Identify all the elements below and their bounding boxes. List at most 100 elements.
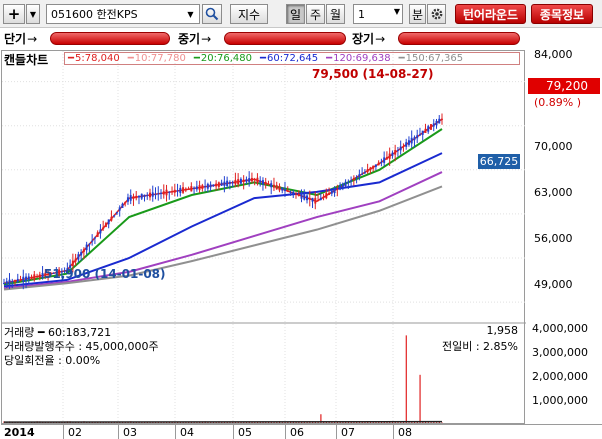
legend-ma150: ━150:67,365 bbox=[398, 53, 464, 64]
candle-body bbox=[184, 188, 187, 191]
candle-body bbox=[275, 185, 278, 190]
legend-ma5: ━5:78,040 bbox=[68, 53, 120, 64]
candle-body bbox=[424, 128, 427, 133]
settings-button[interactable] bbox=[427, 4, 446, 24]
candle-body bbox=[432, 123, 435, 127]
candle-body bbox=[93, 237, 96, 239]
candle-body bbox=[151, 192, 154, 197]
candle-body bbox=[234, 179, 237, 185]
candle-body bbox=[267, 183, 270, 185]
candle-body bbox=[248, 178, 251, 182]
long-term-tab[interactable]: 장기 → bbox=[350, 31, 396, 46]
candle-body bbox=[372, 165, 375, 169]
candle-body bbox=[193, 187, 196, 189]
candle-body bbox=[418, 134, 421, 136]
candle-body bbox=[328, 192, 331, 195]
chevron-down-icon[interactable]: ▼ bbox=[394, 7, 400, 16]
candle-body bbox=[157, 193, 160, 195]
candle-body bbox=[272, 184, 275, 188]
candle-body bbox=[366, 169, 369, 173]
add-menu-dropdown[interactable]: ▼ bbox=[26, 4, 40, 24]
mid-term-tab[interactable]: 중기 → bbox=[176, 31, 222, 46]
chevron-down-icon: ▼ bbox=[29, 9, 37, 19]
long-term-slider[interactable] bbox=[398, 32, 520, 45]
stock-info-button[interactable]: 종목정보 bbox=[531, 4, 593, 24]
candle-body bbox=[281, 187, 284, 191]
candle-body bbox=[303, 194, 306, 200]
candle-body bbox=[297, 194, 300, 196]
candle-body bbox=[250, 177, 253, 182]
interval-combo[interactable]: 1 ▼ bbox=[353, 4, 403, 24]
price-tick: 56,000 bbox=[534, 232, 573, 245]
candle-body bbox=[300, 193, 303, 199]
candle-body bbox=[74, 258, 77, 262]
turnaround-button[interactable]: 턴어라운드 bbox=[455, 4, 526, 24]
mid-term-slider[interactable] bbox=[224, 32, 346, 45]
candle-body bbox=[358, 174, 361, 178]
candle-body bbox=[173, 189, 176, 193]
candle-body bbox=[135, 195, 138, 199]
candle-body bbox=[204, 186, 207, 188]
candle-body bbox=[33, 274, 36, 280]
add-button[interactable]: + bbox=[3, 4, 25, 24]
candle-body bbox=[314, 197, 317, 204]
candle-body bbox=[385, 157, 388, 160]
search-button[interactable] bbox=[202, 4, 222, 24]
candle-body bbox=[179, 187, 182, 193]
period-day-button[interactable]: 일 bbox=[286, 4, 305, 24]
month-label: 08 bbox=[398, 426, 412, 439]
arrow-right-icon: → bbox=[201, 31, 212, 46]
arrow-right-icon: → bbox=[375, 31, 386, 46]
candle-body bbox=[3, 283, 5, 285]
candle-body bbox=[383, 157, 386, 163]
search-icon bbox=[205, 7, 219, 21]
minute-button[interactable]: 분 bbox=[409, 4, 426, 24]
volume-prev-ratio: 전일비 : 2.85% bbox=[441, 340, 518, 353]
volume-tick: 3,000,000 bbox=[532, 346, 588, 359]
price-tick: 84,000 bbox=[534, 48, 573, 61]
candle-body bbox=[231, 182, 234, 184]
current-price-tag: 79,200 bbox=[528, 78, 600, 94]
stock-code-combo[interactable]: 051600 한전KPS ▼ bbox=[46, 4, 200, 24]
month-tick bbox=[285, 425, 286, 439]
ma-legend: ━5:78,040 ━10:77,780 ━20:76,480 ━60:72,6… bbox=[64, 52, 520, 65]
index-button[interactable]: 지수 bbox=[230, 4, 268, 24]
legend-ma120: ━120:69,638 bbox=[326, 53, 391, 64]
candle-body bbox=[206, 183, 209, 189]
period-month-button[interactable]: 월 bbox=[326, 4, 345, 24]
candle-body bbox=[220, 182, 223, 186]
volume-bar bbox=[405, 335, 407, 423]
short-term-slider[interactable] bbox=[50, 32, 170, 45]
legend-ma10: ━10:77,780 bbox=[127, 53, 186, 64]
current-change-pct: (0.89% ) bbox=[534, 96, 582, 109]
candle-body bbox=[253, 178, 256, 180]
candle-body bbox=[82, 249, 85, 252]
stock-chart-window: + ▼ 051600 한전KPS ▼ 지수 일 주 월 1 ▼ 분 턴어라운드 … bbox=[0, 0, 602, 439]
candle-body bbox=[91, 240, 94, 242]
arrow-right-icon: → bbox=[27, 31, 38, 46]
month-label: 07 bbox=[341, 426, 355, 439]
legend-ma20: ━20:76,480 bbox=[193, 53, 253, 64]
chevron-down-icon[interactable]: ▼ bbox=[184, 7, 197, 21]
price-volume-chart bbox=[2, 51, 526, 423]
short-term-tab[interactable]: 단기 → bbox=[2, 31, 48, 46]
candle-body bbox=[352, 177, 355, 180]
candle-body bbox=[132, 196, 135, 199]
candle-body bbox=[160, 192, 163, 194]
candle-body bbox=[118, 207, 121, 211]
candle-body bbox=[264, 181, 267, 185]
candle-body bbox=[88, 243, 91, 245]
period-week-button[interactable]: 주 bbox=[306, 4, 325, 24]
mid-term-label: 중기 bbox=[178, 32, 201, 46]
candle-body bbox=[14, 280, 17, 282]
candle-body bbox=[377, 162, 380, 166]
candle-body bbox=[212, 184, 215, 187]
candle-body bbox=[121, 203, 124, 208]
candle-body bbox=[154, 194, 157, 196]
candle-body bbox=[182, 187, 185, 193]
high-price-annotation: 79,500 (14-08-27) bbox=[312, 67, 434, 81]
candle-body bbox=[129, 195, 132, 201]
candle-body bbox=[187, 189, 190, 191]
month-tick bbox=[175, 425, 176, 439]
candle-body bbox=[165, 189, 168, 196]
